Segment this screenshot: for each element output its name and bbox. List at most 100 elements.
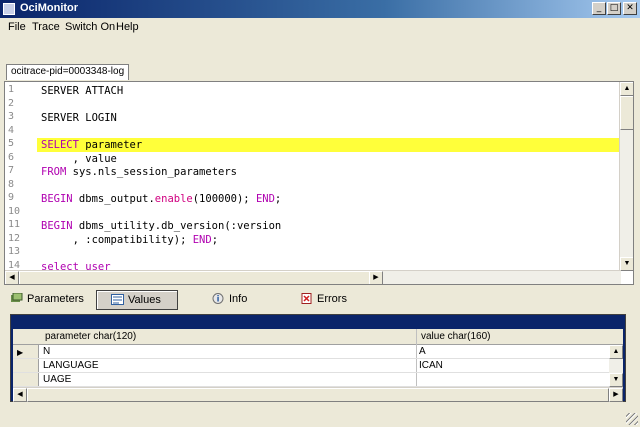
resize-grip-icon[interactable] xyxy=(626,413,638,425)
scroll-left-arrow-icon[interactable]: ◀ xyxy=(13,388,27,402)
scroll-up-arrow-icon[interactable]: ▲ xyxy=(609,345,623,359)
scroll-down-arrow-icon[interactable]: ▼ xyxy=(620,257,633,271)
line-number: 1 xyxy=(8,84,15,95)
code-token: ; xyxy=(211,233,219,246)
line-number: 14 xyxy=(8,259,21,271)
code-line[interactable]: FROM sys.nls_session_parameters xyxy=(41,165,621,179)
menu-bar: File Trace Switch On Help xyxy=(0,18,640,36)
cell-parameter[interactable]: N xyxy=(43,346,50,357)
tab-errors-label: Errors xyxy=(317,293,347,305)
tab-info-label: Info xyxy=(229,293,248,305)
errors-icon xyxy=(300,293,313,304)
code-token: parameter xyxy=(78,139,143,151)
values-grid[interactable]: parameter char(120) value char(160) ▶ N … xyxy=(13,329,623,402)
editor-horizontal-scroll-thumb[interactable] xyxy=(19,271,383,284)
close-button[interactable]: ✕ xyxy=(623,2,637,15)
sql-keyword: END xyxy=(192,233,212,246)
code-token: SERVER LOGIN xyxy=(41,112,117,124)
scroll-right-arrow-icon[interactable]: ▶ xyxy=(369,271,383,284)
code-token: , :compatibility); xyxy=(41,233,193,246)
code-line[interactable]: BEGIN dbms_output.enable(100000); END; xyxy=(41,192,621,206)
code-line[interactable]: SERVER LOGIN xyxy=(41,111,621,125)
line-number: 2 xyxy=(8,97,15,109)
menu-switch-on[interactable]: Switch On xyxy=(65,21,115,33)
cell-value[interactable]: ICAN xyxy=(419,360,443,371)
parameters-icon xyxy=(10,292,23,304)
code-token: ; xyxy=(274,193,282,205)
tab-parameters[interactable]: Parameters xyxy=(10,290,86,310)
scroll-up-arrow-icon[interactable]: ▲ xyxy=(620,82,633,96)
code-line[interactable] xyxy=(41,206,621,220)
sql-keyword: FROM xyxy=(41,166,67,178)
table-row[interactable]: LANGUAGE ICAN xyxy=(13,359,623,373)
maximize-button[interactable]: □ xyxy=(607,2,621,15)
scroll-down-arrow-icon[interactable]: ▼ xyxy=(609,373,623,387)
tab-parameters-label: Parameters xyxy=(27,293,84,305)
code-line[interactable]: , value xyxy=(41,152,621,166)
grid-horizontal-scroll-thumb[interactable] xyxy=(27,388,609,402)
table-row[interactable]: UAGE xyxy=(13,373,623,387)
line-number: 6 xyxy=(8,151,15,163)
editor-horizontal-scrollbar[interactable]: ◀ ▶ xyxy=(5,270,621,284)
line-number: 3 xyxy=(8,111,15,122)
code-token: dbms_utility.db_version(:version xyxy=(72,220,282,232)
line-number-gutter: 1 2 3 4 5 6 7 8 9 10 11 12 13 14 xyxy=(5,82,25,271)
editor-vertical-scroll-thumb[interactable] xyxy=(620,96,633,130)
editor-vertical-scrollbar[interactable]: ▲ ▼ xyxy=(619,82,633,271)
title-bar: OciMonitor _ □ ✕ xyxy=(0,0,640,18)
sql-keyword: END xyxy=(255,193,275,205)
minimize-button[interactable]: _ xyxy=(592,2,606,15)
line-number: 12 xyxy=(8,232,21,244)
line-number: 10 xyxy=(8,205,21,217)
document-tab[interactable]: ocitrace-pid=0003348-log xyxy=(6,64,130,80)
code-line[interactable] xyxy=(41,179,621,193)
line-number: 7 xyxy=(8,165,15,176)
column-header-parameter[interactable]: parameter char(120) xyxy=(45,331,136,342)
code-line[interactable]: SERVER ATTACH xyxy=(41,84,621,98)
cell-parameter[interactable]: UAGE xyxy=(43,374,71,385)
tab-info[interactable]: Info xyxy=(212,290,272,310)
grid-vertical-scrollbar[interactable]: ▲ ▼ xyxy=(609,345,623,387)
sql-keyword: SELECT xyxy=(41,139,79,151)
code-editor[interactable]: 1 2 3 4 5 6 7 8 9 10 11 12 13 14 SERVER ATTACH SERVER … xyxy=(4,81,634,285)
code-line[interactable]: , :compatibility); END; xyxy=(41,233,621,247)
grid-horizontal-scrollbar[interactable]: ◀ ▶ xyxy=(13,387,623,402)
table-row[interactable]: N A xyxy=(13,345,623,359)
code-token: sys.nls_session_parameters xyxy=(66,166,237,178)
panel-tab-bar: Parameters Values Info Errors xyxy=(6,290,634,310)
cell-parameter[interactable]: LANGUAGE xyxy=(43,360,99,371)
code-line[interactable] xyxy=(41,246,621,260)
grid-header: parameter char(120) value char(160) xyxy=(13,329,623,345)
code-line[interactable] xyxy=(41,98,621,112)
scroll-right-arrow-icon[interactable]: ▶ xyxy=(609,388,623,402)
info-icon xyxy=(212,293,225,304)
code-token: SERVER ATTACH xyxy=(41,85,124,97)
menu-trace[interactable]: Trace xyxy=(32,21,60,33)
code-token: dbms_output. xyxy=(72,193,155,205)
line-number: 5 xyxy=(8,138,15,149)
line-number: 8 xyxy=(8,178,15,190)
tab-values-label: Values xyxy=(128,294,161,306)
menu-help[interactable]: Help xyxy=(116,21,139,33)
code-token: , value xyxy=(41,152,117,165)
values-grid-panel: parameter char(120) value char(160) ▶ N … xyxy=(10,314,626,402)
code-line[interactable]: BEGIN dbms_utility.db_version(:version xyxy=(41,219,621,233)
sql-keyword: BEGIN xyxy=(41,220,73,232)
tab-errors[interactable]: Errors xyxy=(300,290,370,310)
sql-keyword: BEGIN xyxy=(41,193,73,205)
line-number: 11 xyxy=(8,219,21,230)
scroll-left-arrow-icon[interactable]: ◀ xyxy=(5,271,19,284)
line-number: 4 xyxy=(8,124,15,136)
app-icon xyxy=(3,3,15,15)
sql-function: enable xyxy=(154,193,193,205)
column-header-value[interactable]: value char(160) xyxy=(421,331,490,342)
code-line[interactable] xyxy=(41,125,621,139)
cell-value[interactable]: A xyxy=(419,346,426,357)
code-line[interactable]: SELECT parameter xyxy=(41,138,621,152)
window-title: OciMonitor xyxy=(20,2,79,14)
values-icon xyxy=(111,294,124,305)
tab-values[interactable]: Values xyxy=(96,290,178,310)
menu-file[interactable]: File xyxy=(8,21,26,33)
code-token: (100000); xyxy=(192,193,256,205)
line-number: 9 xyxy=(8,192,15,203)
